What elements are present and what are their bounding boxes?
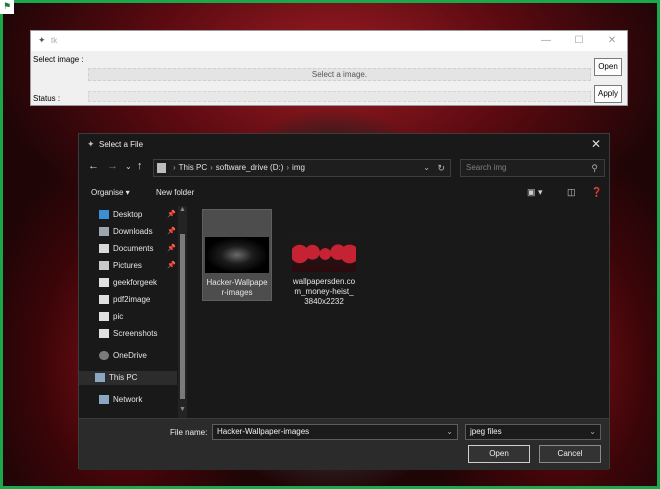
close-icon[interactable]: ✕ [597, 34, 627, 48]
selected-image-display: Select a image. [88, 68, 591, 81]
folder-icon [99, 278, 109, 288]
navigation-bar: ← → ⌄ ↑ › This PC › software_drive (D:) › img… [79, 159, 609, 177]
breadcrumb-drive[interactable]: software_drive (D:) [216, 163, 284, 172]
sidebar-item-geekforgeek[interactable]: geekforgeek [99, 276, 157, 290]
file-thumbnail [205, 237, 269, 273]
corner-logo: ⚑ [0, 0, 14, 14]
apply-button[interactable]: Apply [594, 85, 622, 103]
feather-icon: ✦ [87, 139, 95, 149]
dialog-open-button[interactable]: Open [468, 445, 530, 463]
folder-icon [99, 312, 109, 322]
status-display [88, 91, 591, 102]
chevron-down-icon[interactable]: ⌄ [446, 425, 453, 439]
dialog-titlebar[interactable]: ✦ Select a File ✕ [79, 134, 609, 156]
search-input[interactable]: Search img ⚲ [460, 159, 605, 177]
sidebar-item-this-pc[interactable]: This PC [79, 371, 177, 385]
file-thumbnail [292, 236, 356, 272]
breadcrumb-img[interactable]: img [292, 163, 305, 172]
pin-icon: 📌 [167, 211, 176, 218]
breadcrumb-this-pc[interactable]: This PC [179, 163, 207, 172]
sidebar-item-pic[interactable]: pic [99, 310, 123, 324]
sidebar-item-network[interactable]: Network [99, 393, 142, 407]
file-name-input[interactable]: Hacker-Wallpaper-images ⌄ [212, 424, 458, 440]
address-dropdown-icon[interactable]: ⌄ [423, 160, 430, 176]
scroll-up-icon[interactable]: ▲ [179, 206, 186, 213]
forward-arrow-icon[interactable]: → [107, 160, 118, 172]
close-icon[interactable]: ✕ [591, 137, 601, 151]
file-name-label: File name: [170, 428, 208, 437]
network-icon [99, 395, 109, 405]
open-button[interactable]: Open [594, 58, 622, 76]
dialog-footer: File name: Hacker-Wallpaper-images ⌄ jpe… [79, 418, 609, 470]
navigation-pane: Desktop 📌 Downloads 📌 Documents 📌 Pictures 📌… [79, 206, 189, 418]
new-folder-button[interactable]: New folder [156, 188, 194, 197]
sidebar-item-documents[interactable]: Documents 📌 [99, 242, 176, 256]
sidebar-item-screenshots[interactable]: Screenshots [99, 327, 157, 341]
pin-icon: 📌 [167, 245, 176, 252]
tk-window: ✦ tk — ☐ ✕ Select image : Select a image… [30, 30, 628, 106]
sidebar-item-pdf2image[interactable]: pdf2image [99, 293, 150, 307]
maximize-icon[interactable]: ☐ [564, 34, 594, 48]
tk-titlebar[interactable]: ✦ tk — ☐ ✕ [31, 31, 627, 51]
tk-window-title: tk [51, 36, 58, 45]
up-arrow-icon[interactable]: ↑ [137, 160, 143, 172]
file-list: Hacker-Wallpape r-images wallpapersden.c… [189, 206, 609, 418]
desktop-icon [99, 210, 109, 220]
scroll-down-icon[interactable]: ▼ [179, 406, 186, 413]
refresh-icon[interactable]: ↻ [437, 160, 445, 176]
minimize-icon[interactable]: — [531, 34, 561, 48]
back-arrow-icon[interactable]: ← [88, 160, 99, 172]
sidebar-item-onedrive[interactable]: OneDrive [99, 349, 147, 363]
dialog-title: Select a File [99, 140, 144, 149]
recent-locations-chevron-icon[interactable]: ⌄ [125, 162, 132, 171]
view-options-icon[interactable]: ▣ ▾ [527, 187, 543, 198]
folder-icon [99, 329, 109, 339]
help-icon[interactable]: ❓ [591, 187, 602, 198]
search-icon: ⚲ [591, 163, 598, 173]
dialog-cancel-button[interactable]: Cancel [539, 445, 601, 463]
feather-icon: ✦ [38, 35, 46, 45]
organise-menu[interactable]: Organise ▾ [91, 188, 130, 197]
search-placeholder: Search img [466, 163, 507, 172]
onedrive-icon [99, 351, 109, 361]
this-pc-icon [95, 373, 105, 383]
pin-icon: 📌 [167, 262, 176, 269]
chevron-down-icon[interactable]: ⌄ [589, 425, 596, 439]
folder-icon [99, 295, 109, 305]
pin-icon: 📌 [167, 228, 176, 235]
sidebar-item-desktop[interactable]: Desktop 📌 [99, 208, 176, 222]
drive-icon [157, 162, 166, 173]
downloads-icon [99, 227, 109, 237]
file-item-hacker-wallpaper[interactable]: Hacker-Wallpape r-images [202, 209, 272, 301]
sidebar-item-pictures[interactable]: Pictures 📌 [99, 259, 176, 273]
documents-icon [99, 244, 109, 254]
address-bar[interactable]: › This PC › software_drive (D:) › img ⌄ ↻ [153, 159, 451, 177]
file-dialog: ✦ Select a File ✕ ← → ⌄ ↑ › This PC › softw… [78, 133, 610, 470]
file-item-money-heist[interactable]: wallpapersden.co m_money-heist_ 3840x223… [284, 209, 364, 309]
dialog-toolbar: Organise ▾ New folder ▣ ▾ ◫ ❓ [79, 184, 609, 202]
sidebar-item-downloads[interactable]: Downloads 📌 [99, 225, 176, 239]
select-image-label: Select image : [33, 55, 84, 64]
status-label: Status : [33, 94, 61, 103]
preview-pane-icon[interactable]: ◫ [567, 187, 576, 198]
pictures-icon [99, 261, 109, 271]
file-type-select[interactable]: jpeg files ⌄ [465, 424, 601, 440]
nav-scrollbar-thumb[interactable] [180, 234, 185, 399]
